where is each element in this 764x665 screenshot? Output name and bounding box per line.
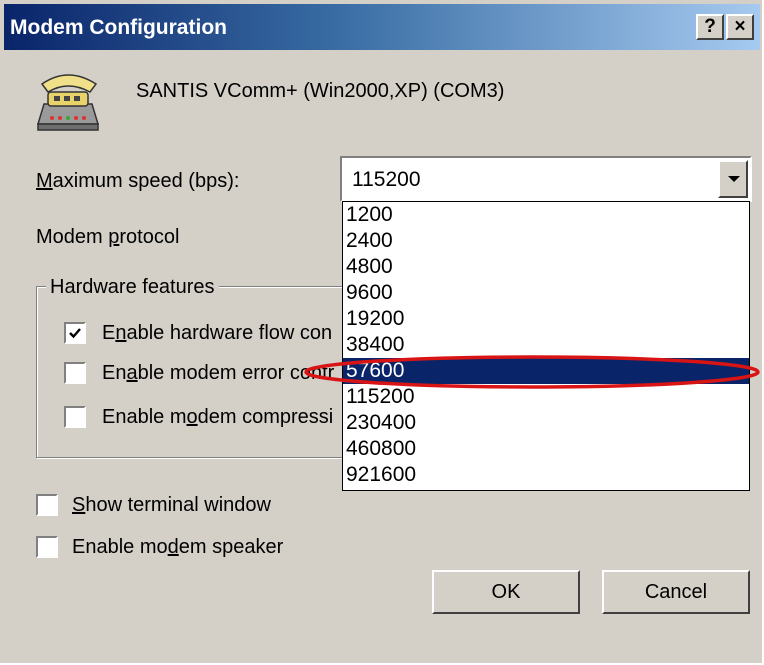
speed-option[interactable]: 4800 — [343, 254, 749, 280]
window-title: Modem Configuration — [10, 16, 227, 39]
close-icon: × — [734, 16, 746, 37]
hardware-flow-control-label-post: able hardware flow con — [126, 322, 333, 344]
modem-error-control-label[interactable]: Enable modem error contr — [102, 362, 334, 385]
modem-protocol-label-post: rotocol — [119, 226, 180, 248]
device-name: SANTIS VComm+ (Win2000,XP) (COM3) — [136, 80, 505, 102]
hardware-flow-control-checkbox[interactable] — [64, 322, 86, 344]
modem-protocol-label-pre: Modem — [36, 226, 109, 248]
speed-option[interactable]: 230400 — [343, 410, 749, 436]
speed-option[interactable]: 1200 — [343, 202, 749, 228]
max-speed-dropdown-list[interactable]: 1200 2400 4800 9600 19200 38400 57600 11… — [342, 201, 750, 491]
speed-option[interactable]: 19200 — [343, 306, 749, 332]
modem-error-control-checkbox[interactable] — [64, 362, 86, 384]
speed-option[interactable]: 460800 — [343, 436, 749, 462]
close-button[interactable]: × — [726, 14, 754, 40]
checkmark-icon — [69, 328, 81, 339]
modem-compression-checkbox[interactable] — [64, 406, 86, 428]
modem-error-control-label-post: ble modem error contr — [137, 362, 335, 384]
modem-protocol-label: Modem protocol — [36, 226, 179, 249]
speed-option[interactable]: 2400 — [343, 228, 749, 254]
modem-compression-access-key: o — [186, 406, 198, 428]
modem-protocol-access-key: p — [108, 226, 120, 248]
show-terminal-window-label[interactable]: Show terminal window — [72, 494, 271, 517]
modem-speaker-checkbox[interactable] — [36, 536, 58, 558]
hardware-flow-control-label[interactable]: Enable hardware flow con — [102, 322, 332, 345]
show-terminal-label-post: how terminal window — [85, 494, 271, 516]
cancel-button[interactable]: Cancel — [602, 570, 750, 614]
modem-speaker-access-key: d — [167, 536, 179, 558]
speed-option[interactable]: 921600 — [343, 462, 749, 488]
telephone-modem-icon — [36, 74, 100, 131]
modem-configuration-dialog: Modem Configuration ? × SANTIS VComm+ (W… — [0, 0, 764, 665]
hardware-features-title: Hardware features — [46, 276, 219, 299]
help-icon: ? — [704, 16, 716, 37]
help-button[interactable]: ? — [696, 14, 724, 40]
speed-option-selected[interactable]: 57600 — [343, 358, 749, 384]
modem-speaker-label-pre: Enable mo — [72, 536, 168, 558]
show-terminal-access-key: S — [72, 494, 86, 516]
modem-speaker-label-post: em speaker — [178, 536, 284, 558]
max-speed-value: 115200 — [352, 168, 421, 191]
modem-compression-label[interactable]: Enable modem compressi — [102, 406, 333, 429]
max-speed-label: Maximum speed (bps): — [36, 170, 239, 193]
ok-button[interactable]: OK — [432, 570, 580, 614]
hardware-flow-control-label-pre: E — [102, 322, 116, 344]
hardware-flow-control-access-key: n — [115, 322, 127, 344]
title-bar[interactable]: Modem Configuration ? × — [4, 4, 760, 50]
modem-error-control-label-pre: En — [102, 362, 127, 384]
modem-error-control-access-key: a — [126, 362, 138, 384]
modem-compression-label-pre: Enable m — [102, 406, 187, 428]
speed-option[interactable]: 9600 — [343, 280, 749, 306]
modem-speaker-label[interactable]: Enable modem speaker — [72, 536, 283, 559]
chevron-down-icon[interactable] — [718, 160, 748, 198]
speed-option[interactable]: 38400 — [343, 332, 749, 358]
max-speed-label-post: aximum speed (bps): — [52, 170, 240, 192]
modem-compression-label-post: dem compressi — [197, 406, 334, 428]
show-terminal-window-checkbox[interactable] — [36, 494, 58, 516]
max-speed-access-key: M — [36, 170, 53, 192]
speed-option[interactable]: 115200 — [343, 384, 749, 410]
max-speed-combobox[interactable]: 115200 — [340, 156, 752, 202]
